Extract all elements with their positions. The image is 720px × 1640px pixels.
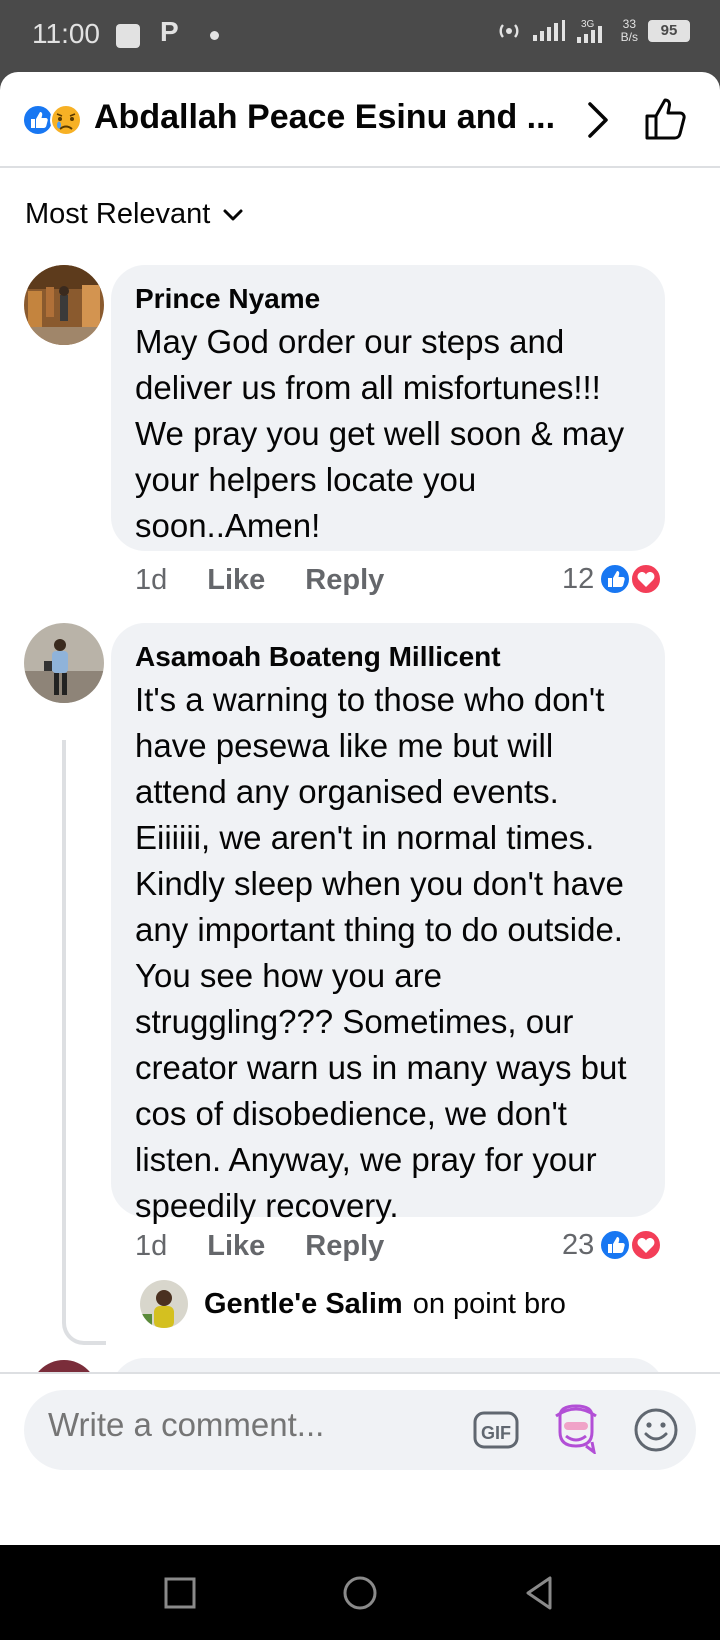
comment-text: It's a warning to those who don't have p…: [135, 681, 627, 1224]
sort-dropdown[interactable]: Most Relevant: [25, 198, 244, 231]
like-button[interactable]: Like: [207, 1230, 265, 1263]
battery-icon: 95: [648, 20, 690, 42]
status-bar: 11:00 P 3G 33 B/s 95: [0, 0, 720, 72]
avatar[interactable]: [140, 1280, 188, 1328]
reply-text: on point bro: [412, 1287, 566, 1320]
p-notification-icon: P: [160, 16, 179, 47]
status-time: 11:00: [32, 18, 100, 49]
sort-label: Most Relevant: [25, 198, 211, 230]
comment-age: 1d: [135, 1230, 168, 1262]
reply-preview[interactable]: Gentle'e Salim on point bro: [140, 1280, 566, 1328]
comment-actions: 1d Like Reply: [135, 564, 384, 597]
header-title: Abdallah Peace Esinu and ...: [94, 98, 556, 136]
comment-age: 1d: [135, 564, 168, 596]
emoji-icon[interactable]: [632, 1406, 680, 1454]
like-sad-reactions-icon: [22, 104, 82, 136]
comment-input[interactable]: [48, 1406, 448, 1444]
comment-text: May God order our steps and deliver us f…: [135, 323, 625, 544]
reaction-count: 23: [562, 1228, 595, 1261]
comment-composer[interactable]: GIF: [24, 1390, 696, 1470]
avatar-image: [24, 265, 104, 345]
chevron-down-icon: [223, 209, 243, 220]
avatar-image: [24, 623, 104, 703]
avatar[interactable]: [24, 265, 104, 345]
comment-bubble[interactable]: Prince Nyame May God order our steps and…: [111, 265, 665, 551]
comment-author[interactable]: Prince Nyame: [135, 281, 641, 317]
gif-label: GIF: [481, 1423, 511, 1443]
gif-icon[interactable]: GIF: [472, 1408, 520, 1452]
avatar[interactable]: [24, 623, 104, 703]
signal-3g-icon: 3G: [576, 19, 602, 43]
like-button[interactable]: Like: [207, 564, 265, 597]
reply-thread-line: [62, 740, 106, 1345]
status-indicators: 3G 33 B/s 95: [495, 18, 690, 44]
hotspot-icon: [499, 24, 519, 38]
like-love-reactions-icon: [599, 1229, 663, 1261]
reaction-summary[interactable]: 12: [562, 562, 663, 596]
more-notifications-dot-icon: [210, 31, 219, 40]
comment-author[interactable]: Asamoah Boateng Millicent: [135, 639, 641, 675]
chevron-right-icon[interactable]: [580, 98, 616, 142]
reply-author[interactable]: Gentle'e Salim: [204, 1288, 403, 1320]
system-navigation-bar: [0, 1545, 720, 1640]
svg-text:3G: 3G: [581, 19, 595, 30]
signal-icon: [532, 20, 565, 41]
avatar-sticker-icon[interactable]: [552, 1402, 600, 1454]
notification-square-icon: [116, 24, 140, 48]
reaction-summary[interactable]: 23: [562, 1228, 663, 1262]
recent-apps-icon[interactable]: [160, 1573, 200, 1613]
like-love-reactions-icon: [599, 563, 663, 595]
network-speed: 33 B/s: [621, 18, 638, 44]
comments-sheet: Abdallah Peace Esinu and ... Most Releva…: [0, 72, 720, 1545]
avatar-image: [140, 1280, 188, 1328]
composer-bar: GIF: [0, 1372, 720, 1477]
reply-button[interactable]: Reply: [305, 564, 384, 597]
home-icon[interactable]: [340, 1573, 380, 1613]
reaction-count: 12: [562, 562, 595, 595]
reply-button[interactable]: Reply: [305, 1230, 384, 1263]
reactions-header[interactable]: Abdallah Peace Esinu and ...: [0, 72, 720, 168]
comment-bubble[interactable]: Asamoah Boateng Millicent It's a warning…: [111, 623, 665, 1224]
like-outline-icon[interactable]: [644, 96, 690, 142]
speed-unit: B/s: [620, 30, 638, 44]
comment-actions: 1d Like Reply: [135, 1230, 384, 1263]
back-icon[interactable]: [520, 1573, 560, 1613]
